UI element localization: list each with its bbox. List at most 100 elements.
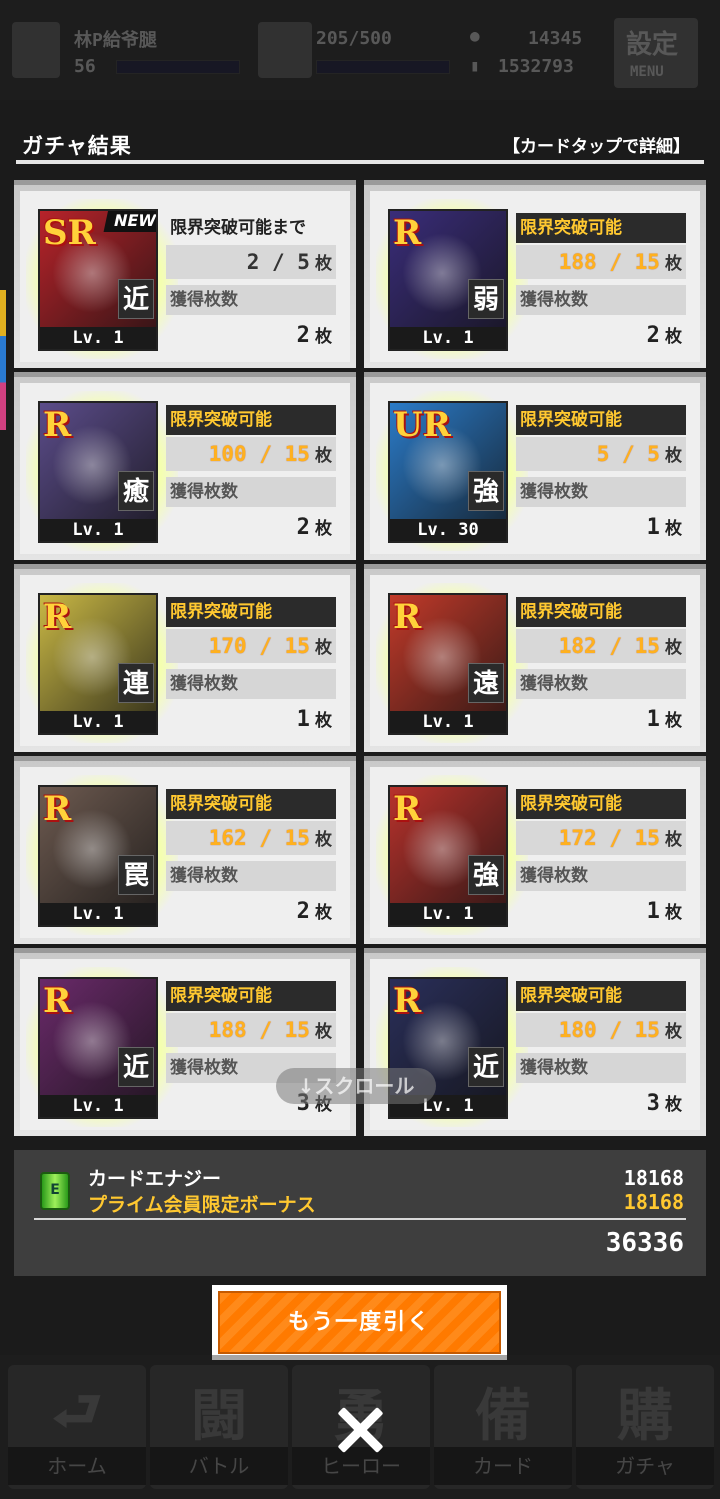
element-badge: 罠	[118, 855, 154, 895]
nav-gacha[interactable]: 購 ガチャ	[576, 1365, 714, 1489]
limit-break-status: 限界突破可能	[166, 405, 336, 435]
limit-break-status: 限界突破可能	[516, 405, 686, 435]
close-icon[interactable]	[332, 1402, 388, 1458]
limit-break-status: 限界突破可能	[166, 981, 336, 1011]
stamina-bar	[316, 60, 450, 74]
result-card[interactable]: R 弱 Lv. 1 限界突破可能 188 / 15 枚 獲得枚数 2 枚	[364, 180, 706, 368]
owned-unit: 枚	[315, 519, 332, 539]
owned-count: 1 枚	[516, 895, 686, 929]
player-level: 56	[74, 56, 96, 77]
owned-value: 2	[296, 515, 310, 540]
card-portrait: R 癒 Lv. 1	[38, 401, 158, 543]
count-unit: 枚	[315, 638, 332, 658]
limit-break-value: 182 / 15	[558, 634, 660, 658]
scroll-hint: ↓スクロール	[276, 1068, 436, 1104]
result-card[interactable]: R 強 Lv. 1 限界突破可能 172 / 15 枚 獲得枚数 1 枚	[364, 756, 706, 944]
card-level: Lv. 1	[40, 519, 156, 541]
owned-label: 獲得枚数	[516, 861, 686, 891]
count-unit: 枚	[315, 254, 332, 274]
owned-value: 1	[646, 899, 660, 924]
result-card[interactable]: R 連 Lv. 1 限界突破可能 170 / 15 枚 獲得枚数 1 枚	[14, 564, 356, 752]
owned-value: 3	[646, 1091, 660, 1116]
element-badge: 弱	[468, 279, 504, 319]
limit-break-status: 限界突破可能	[516, 981, 686, 1011]
element-badge: 癒	[118, 471, 154, 511]
count-unit: 枚	[665, 254, 682, 274]
owned-label: 獲得枚数	[516, 285, 686, 315]
nav-battle[interactable]: 闘 バトル	[150, 1365, 288, 1489]
owned-value: 1	[646, 515, 660, 540]
result-card[interactable]: R 癒 Lv. 1 限界突破可能 100 / 15 枚 獲得枚数 2 枚	[14, 372, 356, 560]
card-level: Lv. 1	[40, 711, 156, 733]
owned-label: 獲得枚数	[516, 477, 686, 507]
owned-label: 獲得枚数	[166, 861, 336, 891]
result-card[interactable]: SR NEW 近 Lv. 1 限界突破可能まで 2 / 5 枚 獲得枚数 2 枚	[14, 180, 356, 368]
panel-title: ガチャ結果	[22, 134, 132, 158]
count-unit: 枚	[315, 1022, 332, 1042]
limit-break-value: 100 / 15	[208, 442, 310, 466]
card-energy-icon: E	[40, 1172, 70, 1210]
card-level: Lv. 1	[40, 1095, 156, 1117]
owned-unit: 枚	[315, 711, 332, 731]
owned-count: 3 枚	[516, 1087, 686, 1121]
title-divider	[16, 160, 704, 164]
element-badge: 強	[468, 855, 504, 895]
nav-card[interactable]: 備 カード	[434, 1365, 572, 1489]
limit-break-status: 限界突破可能	[166, 597, 336, 627]
limit-break-value: 5 / 5	[596, 442, 660, 466]
player-avatar	[12, 22, 60, 78]
card-portrait: R 強 Lv. 1	[388, 785, 508, 927]
energy-value: 1532793	[498, 56, 574, 77]
card-portrait: UR 強 Lv. 30	[388, 401, 508, 543]
limit-break-status: 限界突破可能	[166, 789, 336, 819]
result-card[interactable]: UR 強 Lv. 30 限界突破可能 5 / 5 枚 獲得枚数 1 枚	[364, 372, 706, 560]
owned-value: 2	[296, 323, 310, 348]
rarity-badge: R	[393, 597, 422, 637]
limit-break-status: 限界突破可能	[516, 597, 686, 627]
result-card[interactable]: R 近 Lv. 1 限界突破可能 188 / 15 枚 獲得枚数 3 枚	[14, 948, 356, 1136]
card-level: Lv. 1	[390, 711, 506, 733]
stamina-value: 205/500	[316, 28, 392, 49]
draw-again-button[interactable]: もう一度引く	[218, 1291, 501, 1354]
owned-unit: 枚	[665, 519, 682, 539]
owned-label: 獲得枚数	[516, 669, 686, 699]
rarity-badge: UR	[393, 405, 451, 445]
limit-break-value: 188 / 15	[208, 1018, 310, 1042]
owned-count: 2 枚	[166, 895, 336, 929]
bonus-value: 18168	[623, 1190, 684, 1214]
result-card[interactable]: R 近 Lv. 1 限界突破可能 180 / 15 枚 獲得枚数 3 枚	[364, 948, 706, 1136]
owned-count: 1 枚	[516, 511, 686, 545]
element-badge: 連	[118, 663, 154, 703]
menu-label: MENU	[630, 64, 664, 80]
card-level: Lv. 30	[390, 519, 506, 541]
limit-break-value: 188 / 15	[558, 250, 660, 274]
result-card[interactable]: R 罠 Lv. 1 限界突破可能 162 / 15 枚 獲得枚数 2 枚	[14, 756, 356, 944]
owned-value: 1	[296, 707, 310, 732]
limit-break-count: 162 / 15 枚	[166, 821, 336, 855]
rank-badge	[258, 22, 312, 78]
draw-again-frame: もう一度引く	[212, 1285, 507, 1360]
result-card[interactable]: R 遠 Lv. 1 限界突破可能 182 / 15 枚 獲得枚数 1 枚	[364, 564, 706, 752]
card-portrait: R 遠 Lv. 1	[388, 593, 508, 735]
limit-break-count: 172 / 15 枚	[516, 821, 686, 855]
limit-break-status: 限界突破可能まで	[170, 218, 306, 238]
limit-break-value: 172 / 15	[558, 826, 660, 850]
rarity-badge: R	[43, 789, 72, 829]
count-unit: 枚	[315, 830, 332, 850]
card-portrait: R 罠 Lv. 1	[38, 785, 158, 927]
new-badge: NEW	[103, 211, 156, 232]
limit-break-count: 182 / 15 枚	[516, 629, 686, 663]
settings-label: 設定	[626, 30, 679, 60]
element-badge: 近	[118, 279, 154, 319]
settings-button[interactable]: 設定 MENU	[614, 18, 698, 88]
limit-break-count: 180 / 15 枚	[516, 1013, 686, 1047]
rarity-badge: R	[43, 405, 72, 445]
coin-value: 14345	[528, 28, 583, 49]
nav-label: ガチャ	[576, 1447, 714, 1485]
energy-label: カードエナジー	[88, 1168, 222, 1190]
card-tap-hint: 【カードタップで詳細】	[503, 137, 690, 157]
owned-value: 1	[646, 707, 660, 732]
nav-home[interactable]: ⮐ ホーム	[8, 1365, 146, 1489]
count-unit: 枚	[665, 1022, 682, 1042]
owned-unit: 枚	[315, 327, 332, 347]
